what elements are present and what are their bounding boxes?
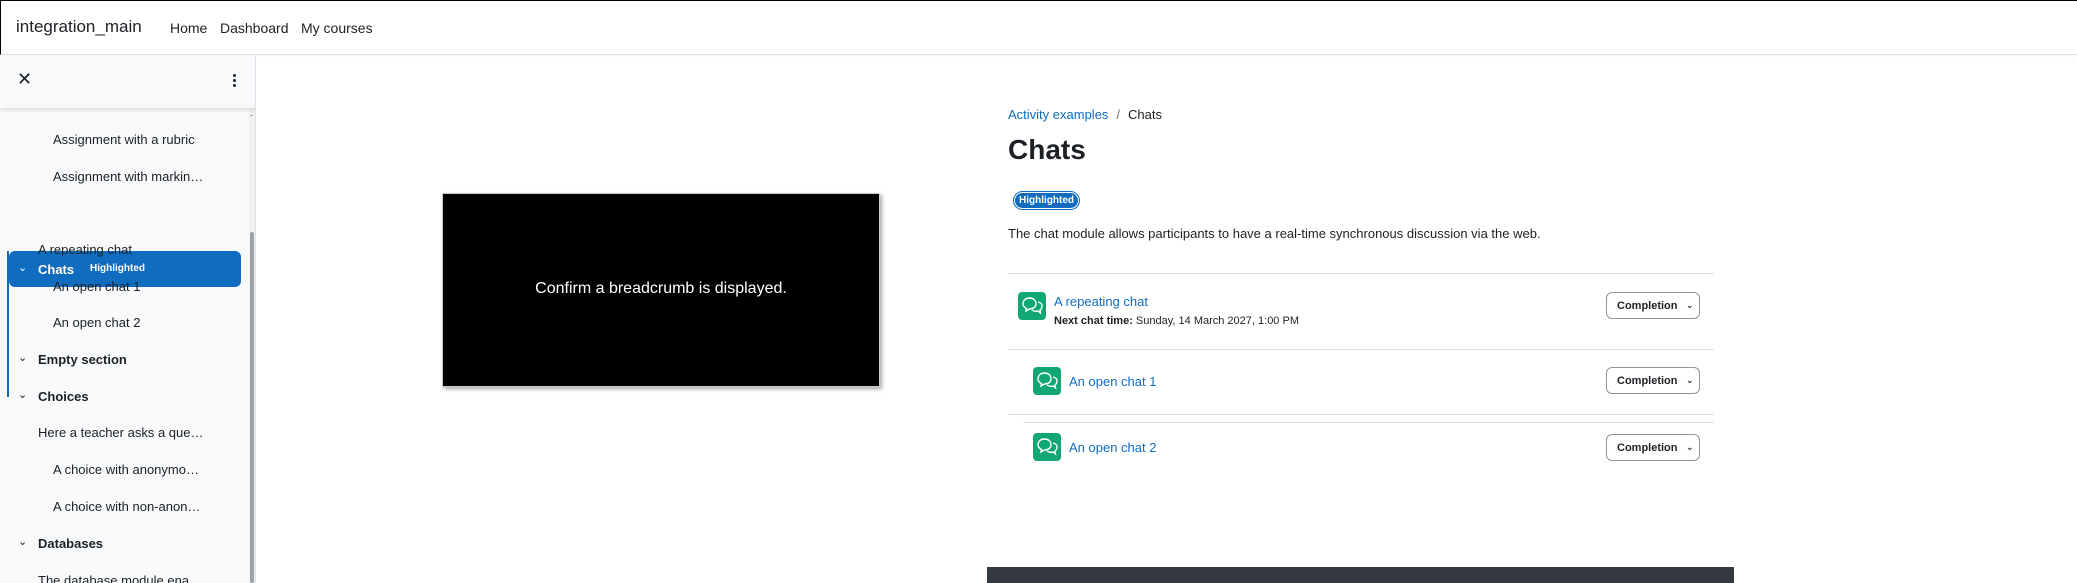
divider xyxy=(1008,273,1714,274)
chevron-down-icon[interactable]: ⌄ xyxy=(18,535,27,548)
drawer-scrollbar-thumb[interactable] xyxy=(250,232,254,583)
instruction-overlay: Confirm a breadcrumb is displayed. xyxy=(442,193,880,387)
breadcrumb-link-activity-examples[interactable]: Activity examples xyxy=(1008,107,1108,122)
close-drawer-button[interactable]: ✕ xyxy=(17,69,32,90)
divider xyxy=(1008,414,1714,415)
next-chat-time-value: Sunday, 14 March 2027, 1:00 PM xyxy=(1135,315,1299,327)
nav-my-courses[interactable]: My courses xyxy=(301,20,373,36)
activity-link-open-chat-1[interactable]: An open chat 1 xyxy=(1069,374,1156,389)
breadcrumb-current: Chats xyxy=(1128,107,1163,122)
activity-link-open-chat-2[interactable]: An open chat 2 xyxy=(1069,440,1156,455)
highlighted-badge: Highlighted xyxy=(1015,193,1078,208)
course-index-item[interactable]: An open chat 2 xyxy=(53,315,140,330)
chevron-down-icon: ⌄ xyxy=(1686,300,1694,310)
completion-label: Completion xyxy=(1617,375,1678,387)
chevron-down-icon[interactable]: ⌄ xyxy=(18,388,27,401)
more-options-icon[interactable] xyxy=(226,70,242,92)
course-index-drawer: ✕ - Assignment with a rubric Assignment … xyxy=(0,56,256,583)
activity-link-repeating-chat[interactable]: A repeating chat xyxy=(1054,294,1148,309)
completion-label: Completion xyxy=(1617,442,1678,454)
chat-bubbles-icon[interactable] xyxy=(1018,292,1046,320)
footer-bar xyxy=(987,567,1734,583)
course-index-item[interactable]: Assignment with a rubric xyxy=(53,132,195,147)
activity-meta: Next chat time: Sunday, 14 March 2027, 1… xyxy=(1054,315,1299,327)
page-title: Chats xyxy=(1008,134,1086,165)
chevron-down-icon: ⌄ xyxy=(1686,442,1694,452)
course-index-item[interactable]: A repeating chat xyxy=(38,242,132,257)
breadcrumb-separator: / xyxy=(1116,107,1121,122)
course-index-item[interactable]: Here a teacher asks a que… xyxy=(38,425,203,440)
chevron-down-icon[interactable]: ⌄ xyxy=(18,261,27,274)
completion-dropdown[interactable]: Completion ⌄ xyxy=(1606,367,1700,394)
course-index-item[interactable]: Assignment with markin… xyxy=(53,169,203,184)
section-item-choices[interactable]: Choices xyxy=(38,389,89,404)
chevron-down-icon: ⌄ xyxy=(1686,375,1694,385)
nav-dashboard[interactable]: Dashboard xyxy=(220,20,289,36)
site-brand[interactable]: integration_main xyxy=(16,17,142,37)
chevron-down-icon[interactable]: ⌄ xyxy=(18,351,27,364)
highlighted-badge: Highlighted xyxy=(90,263,145,274)
course-index-item[interactable]: A choice with non-anon… xyxy=(53,499,200,514)
divider xyxy=(1023,422,1714,423)
completion-dropdown[interactable]: Completion ⌄ xyxy=(1606,434,1700,461)
section-label-chats: Chats xyxy=(38,262,75,277)
scroll-up-icon[interactable]: - xyxy=(250,110,253,120)
breadcrumb: Activity examples / Chats xyxy=(1008,107,1162,122)
course-index-item[interactable]: An open chat 1 xyxy=(53,279,140,294)
completion-dropdown[interactable]: Completion ⌄ xyxy=(1606,292,1700,319)
course-index-item[interactable]: A choice with anonymo… xyxy=(53,462,199,477)
chat-bubbles-icon[interactable] xyxy=(1033,433,1061,461)
drawer-header: ✕ xyxy=(0,56,255,108)
overlay-text: Confirm a breadcrumb is displayed. xyxy=(535,280,787,297)
nav-home[interactable]: Home xyxy=(170,20,207,36)
next-chat-time-label: Next chat time: xyxy=(1054,315,1133,327)
section-item-empty[interactable]: Empty section xyxy=(38,352,127,367)
section-item-databases[interactable]: Databases xyxy=(38,536,103,551)
course-index-item[interactable]: The database module ena… xyxy=(38,573,202,583)
divider xyxy=(1008,349,1714,350)
top-navbar: integration_main Home Dashboard My cours… xyxy=(0,0,2077,55)
chat-bubbles-icon[interactable] xyxy=(1033,367,1061,395)
section-description: The chat module allows participants to h… xyxy=(1008,226,1541,241)
completion-label: Completion xyxy=(1617,300,1678,312)
